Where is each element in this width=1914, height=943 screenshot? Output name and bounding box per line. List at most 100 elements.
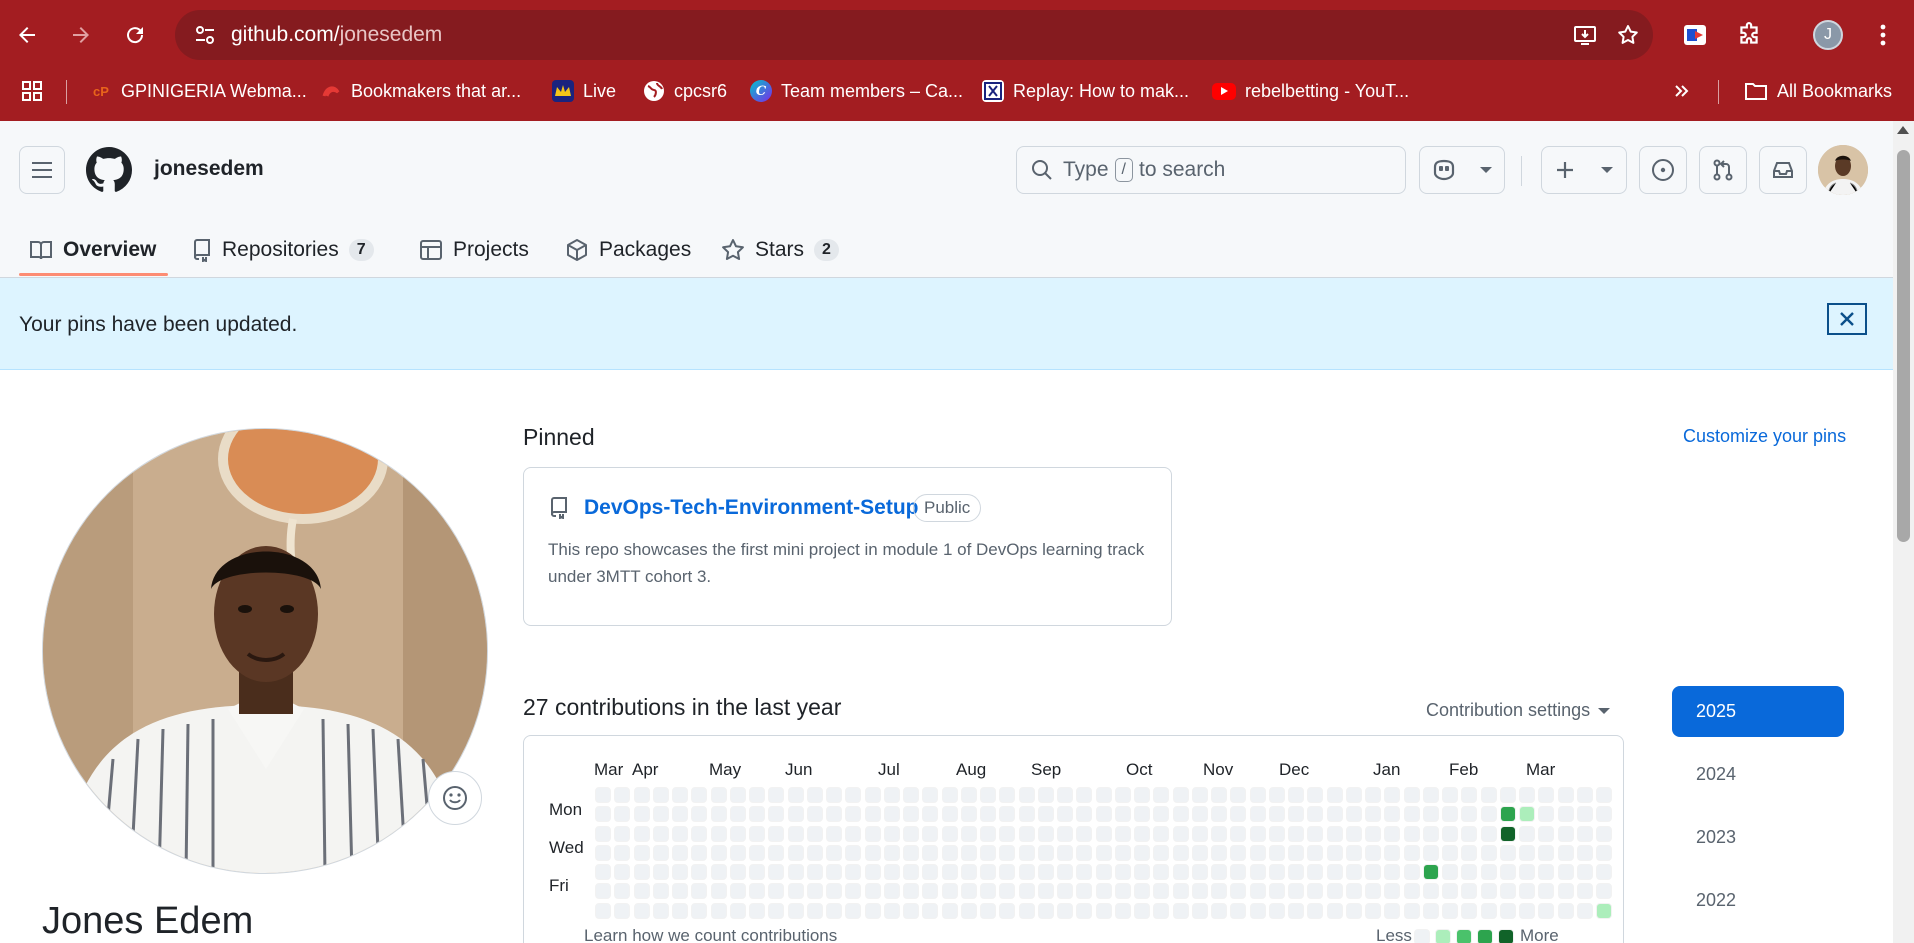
contribution-day-cell[interactable] [1153, 787, 1169, 803]
contribution-day-cell[interactable] [749, 826, 765, 842]
contribution-day-cell[interactable] [1211, 806, 1227, 822]
contribution-day-cell[interactable] [1269, 903, 1285, 919]
contribution-day-cell[interactable] [691, 826, 707, 842]
contribution-day-cell[interactable] [980, 864, 996, 880]
contribution-day-cell[interactable] [1192, 845, 1208, 861]
contribution-day-cell[interactable] [1500, 903, 1516, 919]
contribution-day-cell[interactable] [1596, 806, 1612, 822]
bookmark-item[interactable]: C Team members – Ca... [750, 72, 963, 110]
contribution-day-cell[interactable] [672, 864, 688, 880]
contribution-day-cell[interactable] [1115, 883, 1131, 899]
contribution-day-cell[interactable] [1192, 864, 1208, 880]
contribution-day-cell[interactable] [1404, 826, 1420, 842]
contribution-day-cell[interactable] [1481, 787, 1497, 803]
contribution-day-cell[interactable] [1384, 826, 1400, 842]
contribution-day-cell[interactable] [1384, 903, 1400, 919]
contribution-day-cell[interactable] [807, 806, 823, 822]
contribution-day-cell[interactable] [768, 806, 784, 822]
contribution-day-cell[interactable] [1173, 903, 1189, 919]
contribution-day-cell[interactable] [595, 864, 611, 880]
apps-grid-icon[interactable] [20, 72, 44, 110]
contribution-day-cell[interactable] [1346, 826, 1362, 842]
contribution-day-cell[interactable] [1115, 806, 1131, 822]
contribution-day-cell[interactable] [730, 864, 746, 880]
inbox-button[interactable] [1759, 146, 1807, 194]
contribution-day-cell[interactable] [1269, 787, 1285, 803]
contribution-day-cell[interactable] [691, 787, 707, 803]
contribution-day-cell[interactable] [1307, 864, 1323, 880]
contribution-day-cell[interactable] [653, 883, 669, 899]
contribution-day-cell[interactable] [1038, 903, 1054, 919]
contribution-day-cell[interactable] [1115, 845, 1131, 861]
contribution-day-cell[interactable] [1173, 826, 1189, 842]
contribution-day-cell[interactable] [961, 806, 977, 822]
contribution-day-cell[interactable] [1288, 903, 1304, 919]
bookmark-item[interactable]: rebelbetting - YouT... [1212, 72, 1409, 110]
contribution-day-cell[interactable] [1288, 787, 1304, 803]
contribution-day-cell[interactable] [614, 845, 630, 861]
contribution-day-cell[interactable] [903, 883, 919, 899]
contribution-day-cell[interactable] [1461, 864, 1477, 880]
contribution-day-cell[interactable] [1192, 826, 1208, 842]
contribution-day-cell[interactable] [999, 845, 1015, 861]
contribution-day-cell[interactable] [788, 883, 804, 899]
contribution-day-cell[interactable] [1057, 845, 1073, 861]
contribution-day-cell[interactable] [1134, 826, 1150, 842]
contribution-day-cell[interactable] [1211, 883, 1227, 899]
contribution-day-cell[interactable] [653, 826, 669, 842]
contribution-day-cell[interactable] [1596, 845, 1612, 861]
contribution-day-cell[interactable] [845, 845, 861, 861]
contribution-day-cell[interactable] [768, 864, 784, 880]
contribution-day-cell[interactable] [614, 864, 630, 880]
contribution-day-cell[interactable] [691, 845, 707, 861]
contribution-day-cell[interactable] [903, 787, 919, 803]
contribution-day-cell[interactable] [1153, 845, 1169, 861]
extensions-puzzle-icon[interactable] [1728, 14, 1770, 56]
install-app-icon[interactable] [1565, 10, 1605, 60]
contribution-day-cell[interactable] [999, 903, 1015, 919]
contribution-day-cell[interactable] [980, 883, 996, 899]
contribution-day-cell[interactable] [1327, 864, 1343, 880]
contribution-day-cell[interactable] [1404, 883, 1420, 899]
contribution-day-cell[interactable] [1461, 845, 1477, 861]
contribution-day-cell[interactable] [1481, 806, 1497, 822]
contribution-day-cell[interactable] [1442, 864, 1458, 880]
contribution-day-cell[interactable] [1115, 903, 1131, 919]
contribution-day-cell[interactable] [1442, 883, 1458, 899]
contribution-day-cell[interactable] [961, 883, 977, 899]
contribution-day-cell[interactable] [826, 883, 842, 899]
bookmark-star-icon[interactable] [1608, 10, 1648, 60]
contribution-day-cell[interactable] [1423, 787, 1439, 803]
contribution-day-cell[interactable] [1404, 903, 1420, 919]
contribution-day-cell[interactable] [595, 845, 611, 861]
contribution-day-cell[interactable] [653, 787, 669, 803]
contribution-day-cell[interactable] [614, 806, 630, 822]
contribution-day-cell[interactable] [768, 845, 784, 861]
contribution-day-cell[interactable] [1288, 826, 1304, 842]
contribution-day-cell[interactable] [672, 826, 688, 842]
contribution-day-cell[interactable] [1346, 864, 1362, 880]
forward-button[interactable] [60, 14, 102, 56]
contribution-day-cell[interactable] [634, 787, 650, 803]
contribution-day-cell[interactable] [1365, 806, 1381, 822]
contribution-day-cell[interactable] [1211, 826, 1227, 842]
contribution-day-cell[interactable] [1230, 903, 1246, 919]
contribution-day-cell[interactable] [1404, 787, 1420, 803]
contribution-day-cell[interactable] [1327, 826, 1343, 842]
contribution-day-cell[interactable] [1423, 845, 1439, 861]
contribution-day-cell[interactable] [1538, 864, 1554, 880]
contribution-day-cell[interactable] [865, 903, 881, 919]
contribution-day-cell[interactable] [1423, 903, 1439, 919]
contribution-day-cell[interactable] [1558, 826, 1574, 842]
issues-button[interactable] [1639, 146, 1687, 194]
contribution-day-cell[interactable] [1577, 864, 1593, 880]
year-button-2025[interactable]: 2025 [1672, 686, 1844, 737]
contribution-day-cell[interactable] [1481, 903, 1497, 919]
contribution-day-cell[interactable] [1500, 806, 1516, 822]
contribution-day-cell[interactable] [961, 845, 977, 861]
contribution-day-cell[interactable] [730, 845, 746, 861]
contribution-day-cell[interactable] [845, 806, 861, 822]
contribution-day-cell[interactable] [1192, 903, 1208, 919]
contribution-day-cell[interactable] [1192, 883, 1208, 899]
contribution-day-cell[interactable] [807, 903, 823, 919]
